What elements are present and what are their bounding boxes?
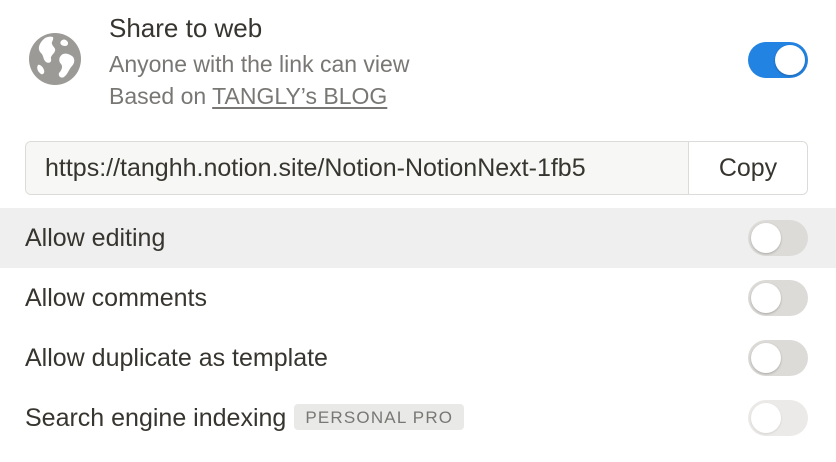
option-search-engine-indexing: Search engine indexing PERSONAL PRO <box>0 388 836 448</box>
share-title: Share to web <box>109 13 263 43</box>
globe-icon <box>29 33 81 85</box>
option-label: Search engine indexing PERSONAL PRO <box>25 403 465 433</box>
search-indexing-label: Search engine indexing <box>25 404 287 432</box>
allow-comments-toggle[interactable] <box>748 280 808 316</box>
share-link-box: Copy <box>25 141 808 195</box>
copy-link-button[interactable]: Copy <box>688 142 807 194</box>
search-indexing-toggle <box>748 400 808 436</box>
allow-editing-toggle[interactable] <box>748 220 808 256</box>
toggle-knob <box>751 403 781 433</box>
share-url-input[interactable] <box>26 142 689 194</box>
toggle-knob <box>751 283 781 313</box>
option-allow-editing[interactable]: Allow editing <box>0 208 836 268</box>
toggle-knob <box>751 343 781 373</box>
option-label: Allow editing <box>25 224 166 252</box>
share-to-web-section: Share to web Anyone with the link can vi… <box>0 0 836 130</box>
toggle-knob <box>751 223 781 253</box>
share-to-web-toggle[interactable] <box>748 42 808 78</box>
plan-badge: PERSONAL PRO <box>294 404 465 430</box>
based-on-prefix: Based on <box>109 83 213 109</box>
allow-duplicate-toggle[interactable] <box>748 340 808 376</box>
option-allow-comments[interactable]: Allow comments <box>0 268 836 328</box>
based-on-text: Based on TANGLY’s BLOG <box>109 81 387 111</box>
based-on-link[interactable]: TANGLY’s BLOG <box>212 83 387 109</box>
share-subtitle: Anyone with the link can view <box>109 51 410 77</box>
toggle-knob <box>775 45 805 75</box>
option-label: Allow duplicate as template <box>25 344 328 372</box>
option-label: Allow comments <box>25 284 207 312</box>
option-allow-duplicate-as-template[interactable]: Allow duplicate as template <box>0 328 836 388</box>
